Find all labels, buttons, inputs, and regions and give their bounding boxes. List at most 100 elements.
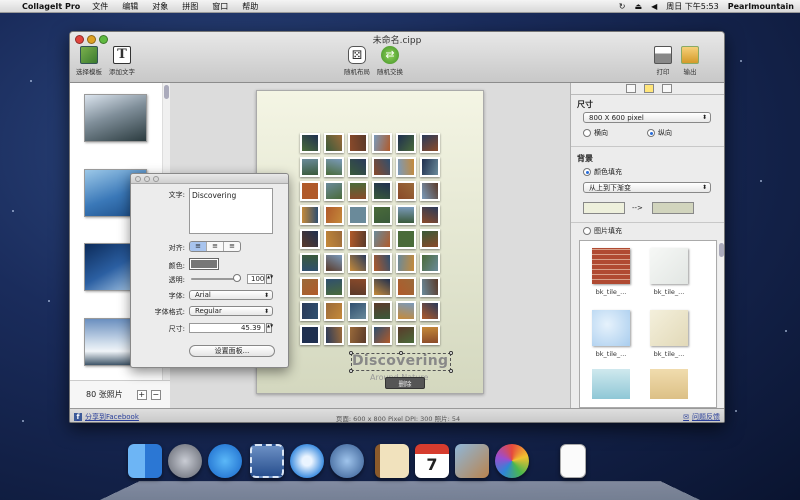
collage-photo[interactable] [396,277,416,297]
user-menu[interactable]: Pearlmountain [728,2,794,11]
collage-photo[interactable] [300,253,320,273]
resize-handle[interactable] [349,351,353,355]
text-input[interactable]: Discovering [189,188,273,234]
panel-minimize-button[interactable] [144,176,150,182]
collage-photo[interactable] [324,301,344,321]
mail-stamp-icon[interactable] [250,444,284,478]
gradient-start-color[interactable] [583,202,625,214]
font-style-select[interactable]: Regular [189,306,273,316]
sand-tile-thumbnail[interactable] [650,369,688,399]
remove-photo-button[interactable]: − [150,389,161,400]
scroll-knob[interactable] [164,85,169,99]
collage-photo[interactable] [396,157,416,177]
collage-photo[interactable] [348,253,368,273]
collage-photo[interactable] [300,133,320,153]
menu-object[interactable]: 对象 [152,1,168,12]
collage-photo[interactable] [348,325,368,345]
menu-window[interactable]: 窗口 [212,1,228,12]
collage-photo[interactable] [324,157,344,177]
menu-file[interactable]: 文件 [92,1,108,12]
add-text-button[interactable]: T 添加文字 [102,46,142,76]
collage-photo[interactable] [324,181,344,201]
image-fill-radio[interactable]: 图片填充 [583,226,622,236]
collage-photo[interactable] [324,277,344,297]
collage-page[interactable]: Discovering Around Nature 删除 [256,90,484,394]
delete-text-button[interactable]: 删除 [385,377,425,389]
time-machine-icon[interactable]: ↻ [619,2,626,11]
collage-photo[interactable] [300,181,320,201]
color-fill-radio[interactable]: 颜色填充 [583,167,622,177]
collage-photo[interactable] [420,133,440,153]
scroll-knob[interactable] [719,243,724,257]
gradient-end-color[interactable] [652,202,694,214]
portrait-radio[interactable]: 纵向 [647,128,672,138]
collage-photo[interactable] [372,277,392,297]
eject-icon[interactable]: ⏏ [635,2,643,11]
collage-photo[interactable] [372,181,392,201]
panel-zoom-button[interactable] [153,176,159,182]
launchpad-icon[interactable] [168,444,202,478]
collage-photo[interactable] [420,301,440,321]
gradient-select[interactable]: 从上到下渐变 [583,182,711,193]
app-menu[interactable]: CollageIt Pro [22,2,80,11]
opacity-field[interactable]: 100 [247,274,265,284]
font-select[interactable]: Arial [189,290,273,300]
clock[interactable]: 周日 下午5:53 [666,1,719,12]
collage-photo[interactable] [348,157,368,177]
collage-photo[interactable] [396,205,416,225]
tab-page-icon[interactable] [643,84,654,93]
collage-photo[interactable] [396,325,416,345]
collage-photo[interactable] [420,325,440,345]
collage-photo[interactable] [372,301,392,321]
safari-icon[interactable] [290,444,324,478]
settings-panel-button[interactable]: 设置面板... [189,345,275,357]
iphoto-icon[interactable] [455,444,489,478]
cream-tile-thumbnail[interactable] [650,310,688,346]
font-size-field[interactable]: 45.39 [189,323,265,333]
volume-icon[interactable]: ◀︎ [651,2,657,11]
align-center-icon[interactable]: ≡ [207,242,224,251]
resize-handle[interactable] [399,351,403,355]
white-paper-tile-thumbnail[interactable] [650,248,688,284]
app-store-icon[interactable] [208,444,242,478]
landscape-radio[interactable]: 横向 [583,128,608,138]
collage-photo[interactable] [324,229,344,249]
opacity-slider[interactable] [191,274,241,282]
collage-photo[interactable] [420,277,440,297]
collage-photo[interactable] [420,157,440,177]
calendar-icon[interactable]: 7 [415,444,449,478]
collage-photo[interactable] [420,181,440,201]
photo-thumbnail[interactable] [84,94,147,142]
collage-photo[interactable] [300,301,320,321]
finder-icon[interactable] [128,444,162,478]
collage-photo[interactable] [372,253,392,273]
collage-photo[interactable] [372,133,392,153]
tile-list-scrollbar[interactable] [718,241,724,408]
collage-photo[interactable] [348,133,368,153]
feedback-link[interactable]: ✉ 问题反馈 [683,412,720,422]
collage-photo[interactable] [324,205,344,225]
collage-photo[interactable] [300,157,320,177]
collage-photo[interactable] [324,253,344,273]
random-swap-button[interactable]: ⇄ 随机交换 [370,46,410,76]
collage-photo[interactable] [396,253,416,273]
menu-edit[interactable]: 编辑 [122,1,138,12]
collage-photo[interactable] [300,325,320,345]
collage-photo[interactable] [348,301,368,321]
collage-photo[interactable] [372,229,392,249]
collage-photo[interactable] [372,157,392,177]
tab-layout-icon[interactable] [625,84,636,93]
page-size-select[interactable]: 800 X 600 pixel [583,112,711,123]
text-selection-box[interactable] [351,353,451,371]
collage-photo[interactable] [348,181,368,201]
panel-close-button[interactable] [135,176,141,182]
collage-photo[interactable] [396,301,416,321]
collageit-icon[interactable] [495,444,529,478]
aqua-tile-thumbnail[interactable] [592,369,630,399]
add-photo-button[interactable]: + [136,389,147,400]
collage-photo[interactable] [396,133,416,153]
facetime-icon[interactable] [330,444,364,478]
collage-photo[interactable] [420,253,440,273]
collage-photo[interactable] [420,229,440,249]
slider-knob[interactable] [233,274,241,282]
